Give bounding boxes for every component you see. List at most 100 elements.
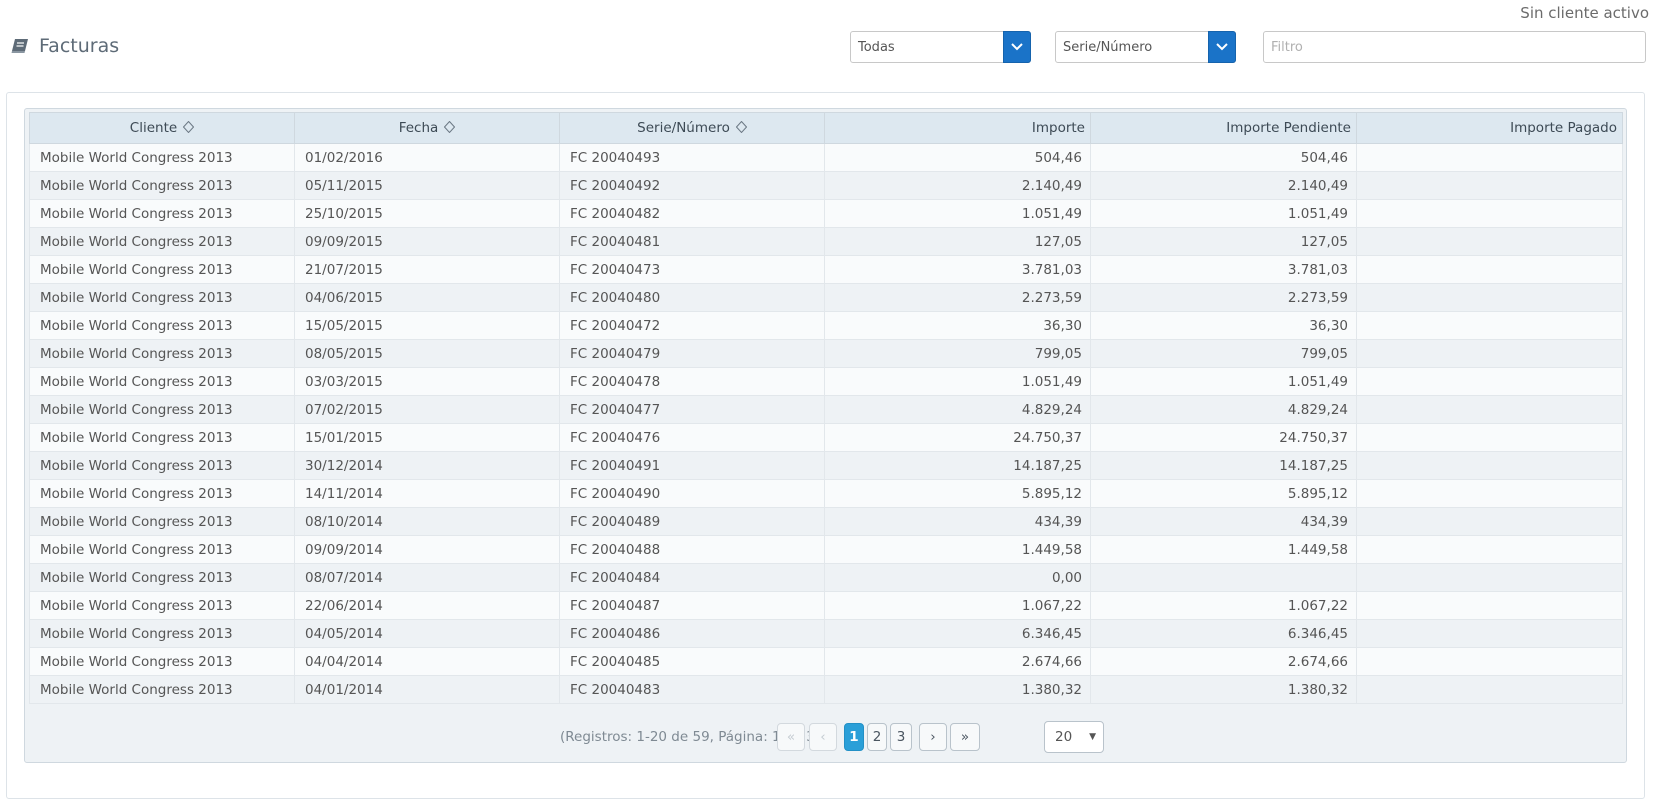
page-button-2[interactable]: 2 [867,723,887,751]
page-button-1[interactable]: 1 [844,723,864,751]
table-row[interactable]: Mobile World Congress 2013 14/11/2014 FC 2… [29,479,1623,508]
cell-importe-pagado [1356,171,1623,200]
chevron-down-icon[interactable] [1208,31,1236,63]
cell-importe-pagado [1356,507,1623,536]
cell-importe: 504,46 [824,143,1091,172]
page-button-3[interactable]: 3 [890,723,912,751]
cell-importe: 6.346,45 [824,619,1091,648]
table-row[interactable]: Mobile World Congress 2013 22/06/2014 FC 2… [29,591,1623,620]
cell-importe-pagado [1356,647,1623,676]
cell-serie-numero: FC 20040477 [559,395,825,424]
caret-down-icon: ▼ [1089,732,1096,742]
cell-importe-pagado [1356,535,1623,564]
column-header-importe[interactable]: Importe [824,112,1091,144]
table-row[interactable]: Mobile World Congress 2013 04/05/2014 FC 2… [29,619,1623,648]
cell-importe: 36,30 [824,311,1091,340]
table-row[interactable]: Mobile World Congress 2013 25/10/2015 FC 2… [29,199,1623,228]
sort-icon[interactable] [444,120,456,134]
cell-fecha: 05/11/2015 [294,171,560,200]
table-row[interactable]: Mobile World Congress 2013 01/02/2016 FC 2… [29,143,1623,172]
cell-cliente: Mobile World Congress 2013 [29,479,295,508]
status-select[interactable]: Todas [850,31,1031,63]
cell-importe-pendiente: 24.750,37 [1090,423,1357,452]
cell-serie-numero: FC 20040487 [559,591,825,620]
table-row[interactable]: Mobile World Congress 2013 21/07/2015 FC 2… [29,255,1623,284]
first-page-button[interactable]: « [777,723,805,751]
last-page-button[interactable]: » [950,723,980,751]
table-header-row: Cliente Fecha Serie/Número Importe Impor… [29,112,1623,144]
cell-cliente: Mobile World Congress 2013 [29,619,295,648]
cell-importe-pagado [1356,675,1623,704]
cell-cliente: Mobile World Congress 2013 [29,143,295,172]
cell-serie-numero: FC 20040486 [559,619,825,648]
table-row[interactable]: Mobile World Congress 2013 08/10/2014 FC 2… [29,507,1623,536]
table-row[interactable]: Mobile World Congress 2013 09/09/2015 FC 2… [29,227,1623,256]
cell-cliente: Mobile World Congress 2013 [29,647,295,676]
table-row[interactable]: Mobile World Congress 2013 15/05/2015 FC 2… [29,311,1623,340]
table-row[interactable]: Mobile World Congress 2013 08/05/2015 FC 2… [29,339,1623,368]
table-row[interactable]: Mobile World Congress 2013 03/03/2015 FC 2… [29,367,1623,396]
cell-serie-numero: FC 20040472 [559,311,825,340]
cell-importe: 24.750,37 [824,423,1091,452]
cell-cliente: Mobile World Congress 2013 [29,507,295,536]
cell-importe-pagado [1356,143,1623,172]
cell-serie-numero: FC 20040488 [559,535,825,564]
page-size-value: 20 [1055,729,1073,745]
cell-fecha: 15/01/2015 [294,423,560,452]
table-row[interactable]: Mobile World Congress 2013 07/02/2015 FC 2… [29,395,1623,424]
book-icon [11,38,29,54]
next-page-button[interactable]: › [919,723,947,751]
cell-importe-pendiente: 434,39 [1090,507,1357,536]
page-size-select[interactable]: 20 ▼ [1044,721,1104,753]
page-header: Facturas [11,35,119,57]
table-row[interactable]: Mobile World Congress 2013 30/12/2014 FC 2… [29,451,1623,480]
table-row[interactable]: Mobile World Congress 2013 04/04/2014 FC 2… [29,647,1623,676]
table-row[interactable]: Mobile World Congress 2013 15/01/2015 FC 2… [29,423,1623,452]
cell-cliente: Mobile World Congress 2013 [29,591,295,620]
cell-importe-pendiente: 1.449,58 [1090,535,1357,564]
cell-serie-numero: FC 20040480 [559,283,825,312]
chevron-down-icon[interactable] [1003,31,1031,63]
invoice-table: Cliente Fecha Serie/Número Importe Impor… [29,112,1623,704]
filter-input[interactable] [1263,31,1646,63]
table-row[interactable]: Mobile World Congress 2013 08/07/2014 FC 2… [29,563,1623,592]
cell-importe: 2.140,49 [824,171,1091,200]
prev-page-button[interactable]: ‹ [809,723,837,751]
page-title: Facturas [39,35,120,57]
column-header-cliente[interactable]: Cliente [29,112,295,144]
cell-importe-pendiente: 127,05 [1090,227,1357,256]
cell-serie-numero: FC 20040479 [559,339,825,368]
table-row[interactable]: Mobile World Congress 2013 04/06/2015 FC 2… [29,283,1623,312]
field-select[interactable]: Serie/Número [1055,31,1236,63]
cell-fecha: 08/10/2014 [294,507,560,536]
cell-importe: 1.051,49 [824,367,1091,396]
sort-icon[interactable] [183,120,195,134]
cell-importe: 4.829,24 [824,395,1091,424]
cell-fecha: 25/10/2015 [294,199,560,228]
cell-importe-pendiente [1090,563,1357,592]
table-row[interactable]: Mobile World Congress 2013 04/01/2014 FC 2… [29,675,1623,704]
cell-fecha: 15/05/2015 [294,311,560,340]
cell-importe-pagado [1356,339,1623,368]
cell-importe: 2.674,66 [824,647,1091,676]
cell-cliente: Mobile World Congress 2013 [29,283,295,312]
cell-fecha: 09/09/2014 [294,535,560,564]
table-row[interactable]: Mobile World Congress 2013 05/11/2015 FC 2… [29,171,1623,200]
column-header-importe-pendiente[interactable]: Importe Pendiente [1090,112,1357,144]
cell-importe-pendiente: 1.051,49 [1090,199,1357,228]
cell-importe-pagado [1356,563,1623,592]
cell-fecha: 21/07/2015 [294,255,560,284]
cell-importe-pendiente: 1.051,49 [1090,367,1357,396]
cell-importe-pendiente: 36,30 [1090,311,1357,340]
table-row[interactable]: Mobile World Congress 2013 09/09/2014 FC 2… [29,535,1623,564]
sort-icon[interactable] [735,120,748,134]
cell-importe-pagado [1356,423,1623,452]
cell-importe: 1.051,49 [824,199,1091,228]
cell-importe: 2.273,59 [824,283,1091,312]
column-header-importe-pagado[interactable]: Importe Pagado [1356,112,1623,144]
column-header-fecha[interactable]: Fecha [294,112,560,144]
pagination: (Registros: 1-20 de 59, Página: 1 de 3) … [25,721,1626,753]
column-header-serie-numero[interactable]: Serie/Número [559,112,825,144]
cell-serie-numero: FC 20040490 [559,479,825,508]
cell-fecha: 04/04/2014 [294,647,560,676]
